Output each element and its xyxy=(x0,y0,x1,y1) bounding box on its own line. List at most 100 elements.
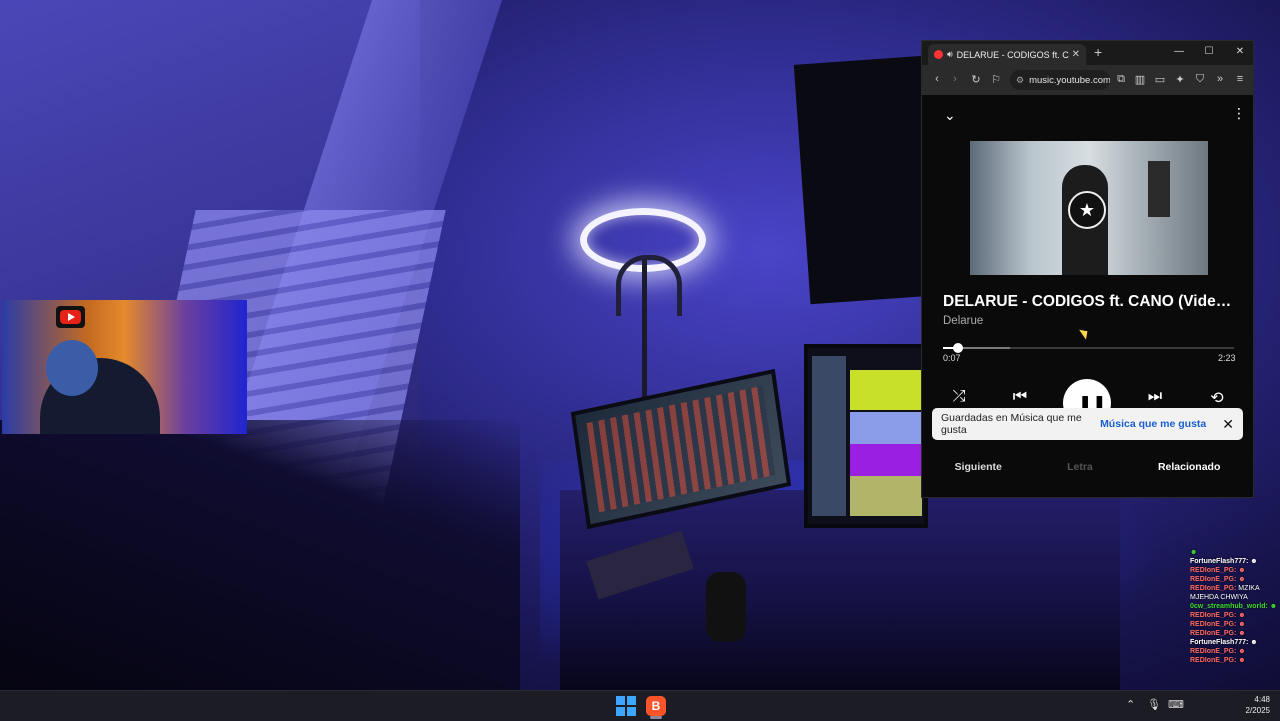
address-bar[interactable]: ⚙ music.youtube.com xyxy=(1010,70,1110,90)
chat-username: REDIonE_PG: xyxy=(1190,585,1237,592)
bookmark-icon[interactable]: ⚐ xyxy=(989,73,1003,86)
new-tab-button[interactable]: + xyxy=(1094,44,1102,60)
chat-message: FortuneFlash777: ☻ xyxy=(1190,638,1280,647)
extensions-icon[interactable]: ⧉ xyxy=(1114,73,1128,86)
chevron-down-icon[interactable]: ⌄ xyxy=(944,107,956,124)
progress-knob[interactable] xyxy=(952,343,963,353)
chat-username: REDIonE_PG: xyxy=(1190,621,1237,628)
forward-icon[interactable]: › xyxy=(948,73,962,85)
menu-icon[interactable]: ≡ xyxy=(1233,73,1247,85)
chat-message: REDIonE_PG: ☻ xyxy=(1190,620,1280,629)
tab-letra[interactable]: Letra xyxy=(1067,461,1093,473)
emote-icon: ☻ xyxy=(1236,567,1246,574)
saved-toast: Guardadas en Música que me gusta Música … xyxy=(932,408,1243,440)
mouse-cursor-icon xyxy=(1079,326,1091,340)
emote-icon: ☻ xyxy=(1236,630,1246,637)
tab-bar: 🔊︎ DELARUE - CODIGOS ft. CANO ✕ + — ☐ ✕ xyxy=(922,41,1253,65)
toast-close-icon[interactable]: ✕ xyxy=(1222,416,1234,433)
right-monitor xyxy=(804,344,928,528)
more-options-icon[interactable]: ⋮ xyxy=(1232,105,1246,122)
more-tools-icon[interactable]: » xyxy=(1213,73,1227,85)
site-info-icon[interactable]: ⚙ xyxy=(1016,75,1024,86)
chat-message: ☻ xyxy=(1190,548,1280,557)
total-time: 2:23 xyxy=(1218,353,1236,363)
wallet-icon[interactable]: ▭ xyxy=(1153,73,1167,86)
chat-message: REDIonE_PG: ☻ xyxy=(1190,647,1280,656)
player-tabs: Siguiente Letra Relacionado xyxy=(922,461,1253,473)
youtube-music-player: ⌄ ⋮ ★ DELARUE - CODIGOS ft. CANO (Video … xyxy=(922,95,1253,497)
brave-browser-icon[interactable]: B xyxy=(646,696,666,716)
shuffle-icon[interactable]: ⤮ xyxy=(947,388,971,406)
tray-overflow-icon[interactable]: ⌃ xyxy=(1126,698,1135,711)
windows-start-icon[interactable] xyxy=(616,696,636,716)
chat-message: REDIonE_PG: MZIKA MJEHDA CHWIYA xyxy=(1190,584,1280,602)
tab-title: DELARUE - CODIGOS ft. CANO xyxy=(956,49,1069,60)
chat-username: FortuneFlash777: xyxy=(1190,639,1249,646)
emote-icon: ☻ xyxy=(1236,657,1246,664)
chat-username: REDIonE_PG: xyxy=(1190,612,1237,619)
tab-siguiente[interactable]: Siguiente xyxy=(955,461,1002,473)
progress-bar[interactable] xyxy=(943,343,1234,353)
active-app-indicator xyxy=(650,716,662,719)
emote-icon: ☻ xyxy=(1236,648,1246,655)
song-title[interactable]: DELARUE - CODIGOS ft. CANO (Video ... xyxy=(943,293,1233,311)
emote-icon: ☻ xyxy=(1236,612,1246,619)
chat-message: REDIonE_PG: ☻ xyxy=(1190,611,1280,620)
chat-message: FortuneFlash777: ☻ xyxy=(1190,557,1280,566)
next-icon[interactable]: ⏭ xyxy=(1143,388,1167,406)
previous-icon[interactable]: ⏮ xyxy=(1008,388,1032,406)
clock-time: 4:48 xyxy=(1254,695,1270,704)
star-logo-icon: ★ xyxy=(1068,191,1106,229)
back-icon[interactable]: ‹ xyxy=(930,73,944,85)
room-shadow xyxy=(0,420,520,690)
shield-icon[interactable]: ⛉ xyxy=(1193,73,1207,86)
emote-icon: ☻ xyxy=(1248,558,1258,565)
clock-date: 2/2025 xyxy=(1245,706,1270,715)
tab-close-icon[interactable]: ✕ xyxy=(1072,49,1080,60)
video-thumbnail[interactable]: ★ xyxy=(970,141,1208,275)
minimize-icon[interactable]: — xyxy=(1172,46,1186,57)
chat-username: REDIonE_PG: xyxy=(1190,648,1237,655)
browser-window: 🔊︎ DELARUE - CODIGOS ft. CANO ✕ + — ☐ ✕ … xyxy=(921,40,1254,498)
tab-relacionado[interactable]: Relacionado xyxy=(1158,461,1220,473)
webcam-overlay xyxy=(2,300,247,434)
chat-username: REDIonE_PG: xyxy=(1190,576,1237,583)
chat-message: REDIonE_PG: ☻ xyxy=(1190,575,1280,584)
chat-username: FortuneFlash777: xyxy=(1190,558,1249,565)
taskbar: B xyxy=(0,690,1280,721)
leo-ai-icon[interactable]: ✦ xyxy=(1173,73,1187,86)
chat-message: REDIonE_PG: ☻ xyxy=(1190,566,1280,575)
sidebar-icon[interactable]: ▥ xyxy=(1133,73,1147,86)
youtube-logo-icon xyxy=(56,306,85,328)
chat-username: REDIonE_PG: xyxy=(1190,567,1237,574)
system-clock[interactable]: 4:48 2/2025 xyxy=(1226,694,1270,716)
headphones xyxy=(616,255,682,316)
browser-toolbar: ‹ › ↻ ⚐ ⚙ music.youtube.com ⧉ ▥ ▭ ✦ ⛉ » … xyxy=(922,65,1253,95)
keyboard-icon[interactable]: ⌨ xyxy=(1168,698,1184,711)
maximize-icon[interactable]: ☐ xyxy=(1202,46,1216,57)
toast-link[interactable]: Música que me gusta xyxy=(1100,418,1206,430)
current-time: 0:07 xyxy=(943,353,961,363)
stream-chat: ☻ FortuneFlash777: ☻ REDIonE_PG: ☻ REDIonE_… xyxy=(1190,548,1280,690)
chat-username: REDIonE_PG: xyxy=(1190,657,1237,664)
close-window-icon[interactable]: ✕ xyxy=(1233,46,1247,57)
chat-message: 0cw_streamhub_world: ☻ xyxy=(1190,602,1280,611)
emote-icon: ☻ xyxy=(1236,576,1246,583)
reload-icon[interactable]: ↻ xyxy=(969,73,983,86)
youtube-music-favicon-icon xyxy=(934,50,943,59)
emote-icon: ☻ xyxy=(1248,639,1258,646)
tab-youtube-music[interactable]: 🔊︎ DELARUE - CODIGOS ft. CANO ✕ xyxy=(928,44,1086,65)
toast-message: Guardadas en Música que me gusta xyxy=(941,412,1082,436)
microphone xyxy=(706,572,746,642)
wall-tv xyxy=(793,55,941,305)
speaker-icon[interactable]: 🔊︎ xyxy=(947,49,953,60)
emote-icon: ☻ xyxy=(1236,621,1246,628)
microphone-icon[interactable]: 🎙︎ xyxy=(1147,698,1161,711)
repeat-icon[interactable]: ⟲ xyxy=(1205,388,1229,408)
chat-message: REDIonE_PG: ☻ xyxy=(1190,629,1280,638)
emote-icon: ☻ xyxy=(1267,603,1278,610)
artist-name[interactable]: Delarue xyxy=(943,315,983,327)
chat-username: REDIonE_PG: xyxy=(1190,630,1237,637)
emote-icon: ☻ xyxy=(1190,549,1198,556)
chat-username: 0cw_streamhub_world: xyxy=(1190,603,1268,610)
